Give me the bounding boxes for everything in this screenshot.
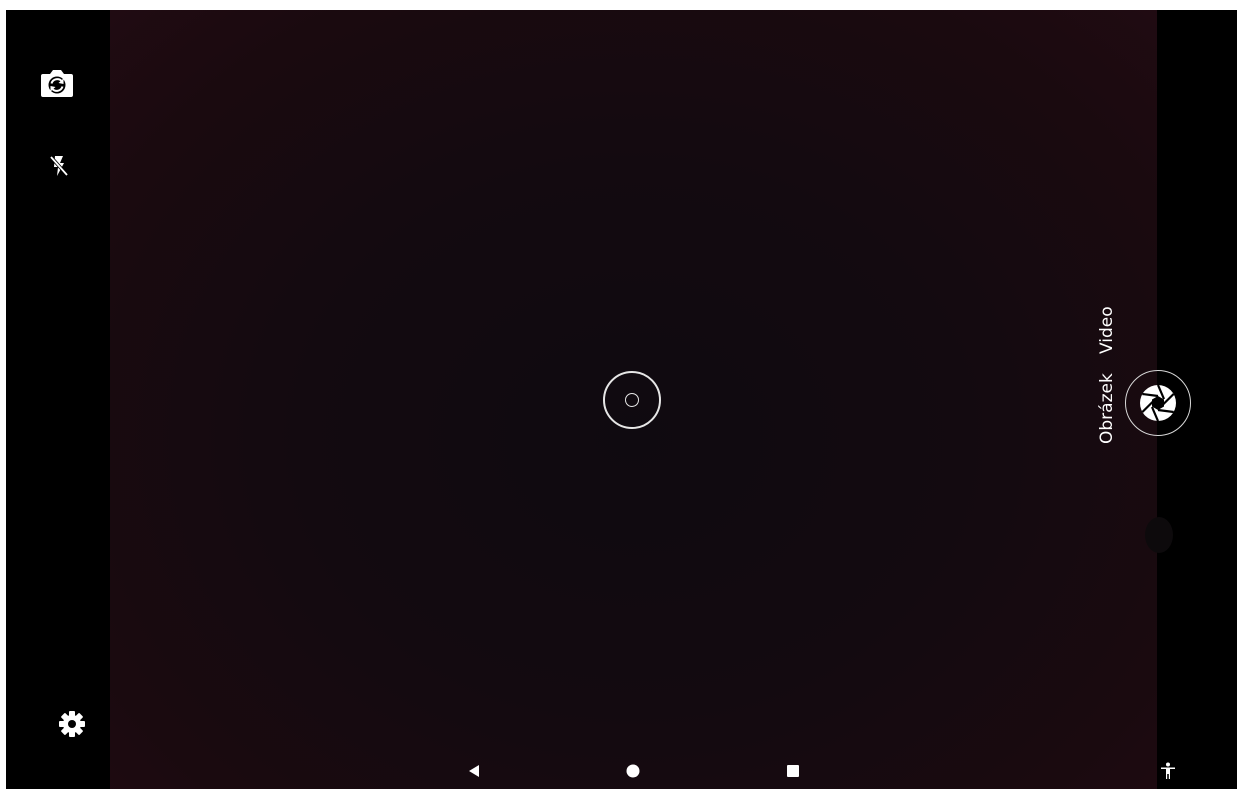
mode-video-tab[interactable]: Video	[1087, 302, 1127, 354]
mode-picture-tab[interactable]: Obrázek	[1087, 362, 1127, 444]
accessibility-icon	[1161, 762, 1175, 779]
nav-back-button[interactable]	[462, 762, 486, 780]
gear-icon	[59, 711, 85, 737]
focus-ring-icon	[603, 371, 661, 429]
nav-home-button[interactable]	[621, 762, 645, 780]
focus-center-dot	[625, 393, 639, 407]
flash-toggle-button[interactable]	[44, 148, 74, 184]
switch-camera-icon	[41, 70, 73, 97]
system-navigation-bar	[6, 752, 1237, 789]
aperture-icon	[1140, 384, 1176, 422]
back-triangle-icon	[469, 765, 479, 777]
recents-square-icon	[787, 765, 799, 777]
gallery-thumbnail[interactable]	[1145, 517, 1173, 553]
camera-screen: Video Obrázek	[6, 10, 1237, 789]
flash-off-icon	[49, 155, 69, 177]
mode-switch: Video Obrázek	[1087, 302, 1127, 444]
switch-camera-button[interactable]	[38, 64, 76, 102]
settings-button[interactable]	[54, 706, 90, 742]
left-control-rail	[6, 10, 110, 789]
home-circle-icon	[626, 764, 640, 778]
nav-recents-button[interactable]	[781, 762, 805, 780]
accessibility-button[interactable]	[1156, 762, 1180, 780]
shutter-button[interactable]	[1125, 370, 1191, 436]
